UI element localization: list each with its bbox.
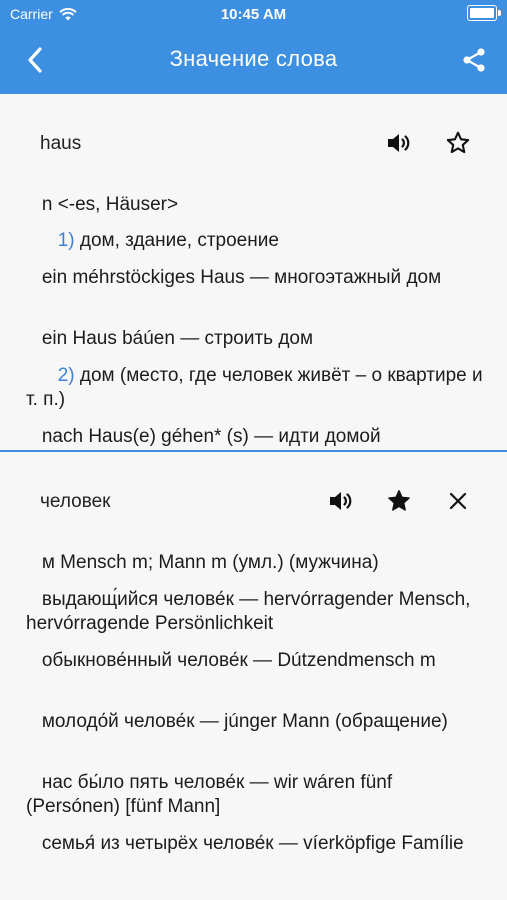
speaker-icon [330, 492, 352, 510]
pronounce-button[interactable] [325, 485, 357, 517]
share-icon [463, 48, 485, 72]
speaker-icon [388, 134, 410, 152]
definition-line: 2) дом (место, где человек живёт – о ква… [26, 365, 483, 410]
star-outline-icon [446, 131, 470, 154]
word-title: человек [40, 491, 111, 512]
definition-line: м Mensch m; Mann m (умл.) (мужчина) [41, 552, 379, 573]
word-header: человек [0, 481, 507, 521]
definition-line: ein Haus báúen — строить дом [41, 328, 314, 349]
definition-line: 1) дом, здание, строение [57, 230, 279, 251]
close-icon [449, 492, 467, 510]
definition-line: обыкнове́нный челове́к — Dútzendmensch m [41, 650, 436, 671]
app-header: Carrier 10:45 AM Значение слова [0, 0, 507, 94]
navigation-bar: Значение слова [0, 28, 507, 94]
page-title: Значение слова [169, 46, 338, 71]
battery-icon [467, 5, 501, 21]
close-button[interactable] [442, 485, 474, 517]
word-title: haus [40, 133, 82, 154]
definition-line: молодо́й челове́к — júnger Mann (обращен… [41, 711, 448, 732]
favorite-button[interactable] [442, 127, 474, 159]
status-time: 10:45 AM [220, 6, 287, 23]
share-button[interactable] [457, 43, 491, 77]
status-bar: Carrier 10:45 AM [0, 0, 507, 28]
word-card-haus: haus n <-es, Häuser> 1) дом, здание, стр… [0, 94, 507, 450]
definition-line: n <-es, Häuser> [41, 194, 179, 215]
definition-line: нас бы́ло пять челове́к — wir wáren fünf… [26, 772, 393, 817]
definition-line: ein méhrstöckiges Haus — многоэтажный до… [41, 267, 442, 288]
star-filled-icon [388, 490, 410, 511]
definition-line: выдающ́ийся челове́к — hervórragender Me… [26, 589, 471, 634]
word-header: haus [0, 123, 507, 163]
definition-line: семья́ из четырёх челове́к — víerköpfige… [41, 833, 464, 854]
definition-line: nach Haus(e) géhen* (s) — идти домой [41, 426, 381, 447]
word-card-chelovek: человек м Mensch m; Mann m (умл.) (мужчи… [0, 452, 507, 900]
favorite-button[interactable] [383, 485, 415, 517]
pronounce-button[interactable] [383, 127, 415, 159]
